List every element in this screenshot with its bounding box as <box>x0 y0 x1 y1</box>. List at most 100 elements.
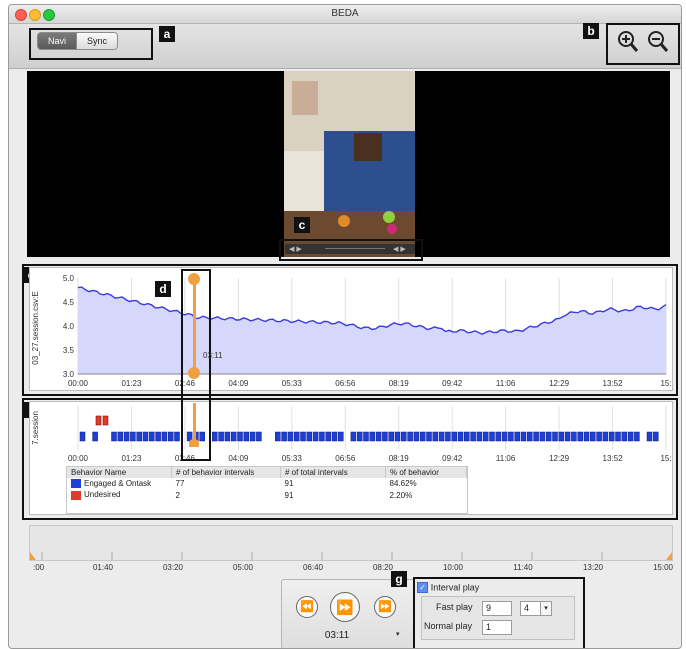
behavior-x-tick-label: 08:19 <box>389 454 410 463</box>
engaged-interval-mark <box>445 431 451 442</box>
engaged-interval-mark <box>363 431 369 442</box>
undesired-interval-mark <box>102 415 109 426</box>
segment-sync[interactable]: Sync <box>76 33 118 49</box>
undesired-color-swatch <box>71 490 81 500</box>
title-bar: BEDA <box>9 5 681 24</box>
playback-menu-icon[interactable]: ▾ <box>396 630 400 638</box>
engaged-interval-mark <box>482 431 489 442</box>
header-percent-behavior[interactable]: % of behavior <box>385 467 467 478</box>
engaged-interval-mark <box>545 431 552 442</box>
table-row[interactable]: Engaged & Ontask 77 91 84.62% <box>67 478 467 489</box>
signal-x-tick-label: 06:56 <box>335 379 356 388</box>
time-cursor-line-signal[interactable] <box>193 277 196 373</box>
behavior-chart-panel: 7.session 00:00 01:23 02:46 04:09 05:33 06:56 0… <box>29 401 673 515</box>
global-timeline[interactable] <box>29 525 673 561</box>
behavior-x-tick-label: 11:06 <box>496 454 516 463</box>
engaged-interval-mark <box>92 431 98 442</box>
zoom-in-icon[interactable] <box>617 30 639 57</box>
engaged-interval-mark <box>495 431 502 442</box>
timeline-tick-label: 01:40 <box>93 563 114 572</box>
engaged-interval-mark <box>451 431 457 442</box>
toolbar: Navi Sync a b <box>9 23 681 69</box>
fast-play-select[interactable]: 4 <box>520 601 542 616</box>
engaged-interval-mark <box>520 431 527 442</box>
engaged-interval-mark <box>338 431 344 442</box>
engaged-interval-mark <box>142 431 149 442</box>
engaged-interval-mark <box>470 431 476 442</box>
engaged-interval-mark <box>621 431 628 442</box>
time-cursor-handle-bottom[interactable] <box>188 367 200 379</box>
segment-navi[interactable]: Navi <box>38 33 77 49</box>
interval-play-checkbox-row[interactable]: ✓ Interval play <box>417 582 479 593</box>
signal-x-tick-label: 08:19 <box>389 379 410 388</box>
engaged-interval-mark <box>155 431 161 442</box>
signal-x-tick-label: 01:23 <box>121 379 142 388</box>
engaged-interval-mark <box>464 431 470 442</box>
engaged-interval-mark <box>356 431 363 442</box>
behavior-x-tick-label: 04:09 <box>228 454 249 463</box>
behavior-x-tick-label: 13:52 <box>603 454 624 463</box>
engaged-interval-mark <box>533 431 539 442</box>
time-cursor-handle-behavior[interactable] <box>189 439 199 447</box>
forward-icon[interactable]: ⏩ <box>374 596 396 618</box>
video-scrubber[interactable]: ◀ ▶ ◀ ▶ <box>285 244 415 254</box>
fast-play-input[interactable]: 9 <box>482 601 512 616</box>
timeline-ticks: :00 01:40 03:20 05:00 06:40 08:20 10:00 11:40 13… <box>29 561 675 573</box>
time-cursor-line-behavior[interactable] <box>193 403 196 443</box>
behavior-table-header: Behavior Name # of behavior intervals # … <box>67 467 467 478</box>
callout-b: b <box>583 23 599 39</box>
total-intervals: 91 <box>284 490 294 500</box>
timeline-end-marker <box>666 552 672 560</box>
header-total-intervals[interactable]: # of total intervals <box>280 467 386 478</box>
behavior-chart[interactable]: 7.session00:00 01:23 02:46 04:09 05:33 06:56 0… <box>30 402 672 464</box>
timeline-tick-label: 06:40 <box>303 563 324 572</box>
interval-play-settings: Fast play 9 4 ▾ Normal play 1 <box>421 596 575 640</box>
signal-x-tick-label: 05:33 <box>282 379 303 388</box>
time-cursor-handle-top[interactable] <box>188 273 200 285</box>
engaged-interval-mark <box>608 431 615 442</box>
engaged-interval-mark <box>564 431 571 442</box>
playback-time: 03:11 <box>324 630 350 641</box>
engaged-interval-mark <box>413 431 420 442</box>
behavior-intervals: 2 <box>175 490 180 500</box>
engaged-interval-mark <box>571 431 577 442</box>
engaged-interval-mark <box>243 431 250 442</box>
cursor-time-label: 03:11 <box>203 351 223 360</box>
rewind-icon[interactable]: ⏪ <box>296 596 318 618</box>
timeline-tick-label: 11:40 <box>513 563 533 572</box>
callout-g: g <box>391 571 407 587</box>
engaged-interval-mark <box>558 431 565 442</box>
engaged-interval-mark <box>501 431 508 442</box>
engaged-interval-mark <box>646 431 653 442</box>
table-row[interactable]: Undesired 2 91 2.20% <box>67 489 467 500</box>
signal-x-tick-label: 04:09 <box>228 379 249 388</box>
engaged-interval-mark <box>615 431 621 442</box>
total-intervals: 91 <box>284 479 294 489</box>
engaged-interval-mark <box>382 431 388 442</box>
engaged-interval-mark <box>111 431 117 442</box>
timeline-tick-label: 15:00 <box>653 563 674 572</box>
zoom-out-icon[interactable] <box>647 30 669 57</box>
signal-x-tick-label: 11:06 <box>496 379 516 388</box>
video-step-back-icon[interactable]: ◀ ▶ <box>289 245 302 253</box>
timeline-tick-label: :00 <box>33 563 45 572</box>
engaged-interval-mark <box>590 431 596 442</box>
video-step-forward-icon[interactable]: ◀ ▶ <box>393 245 406 253</box>
behavior-x-tick-label: 05:33 <box>282 454 303 463</box>
percent-behavior: 2.20% <box>389 490 413 500</box>
engaged-interval-mark <box>627 431 634 442</box>
engaged-interval-mark <box>325 431 331 442</box>
fast-play-icon[interactable]: ⏩ <box>330 592 360 622</box>
header-behavior-intervals[interactable]: # of behavior intervals <box>171 467 281 478</box>
normal-play-input[interactable]: 1 <box>482 620 512 635</box>
normal-play-label: Normal play <box>424 621 473 631</box>
engaged-color-swatch <box>71 479 81 489</box>
interval-play-checkbox[interactable]: ✓ <box>417 582 428 593</box>
behavior-y-axis-label: 7.session <box>31 411 40 445</box>
header-behavior-name[interactable]: Behavior Name <box>67 467 172 478</box>
fast-play-stepper-icon[interactable]: ▾ <box>540 601 552 616</box>
fast-play-label: Fast play <box>436 602 473 612</box>
signal-y-axis-label: 03_27.session.csv:E <box>31 291 40 364</box>
engaged-interval-mark <box>602 431 609 442</box>
signal-chart[interactable]: 03_27.session.csv:E 5.0 4.5 4.0 3.5 3.000:00 0… <box>30 268 672 390</box>
